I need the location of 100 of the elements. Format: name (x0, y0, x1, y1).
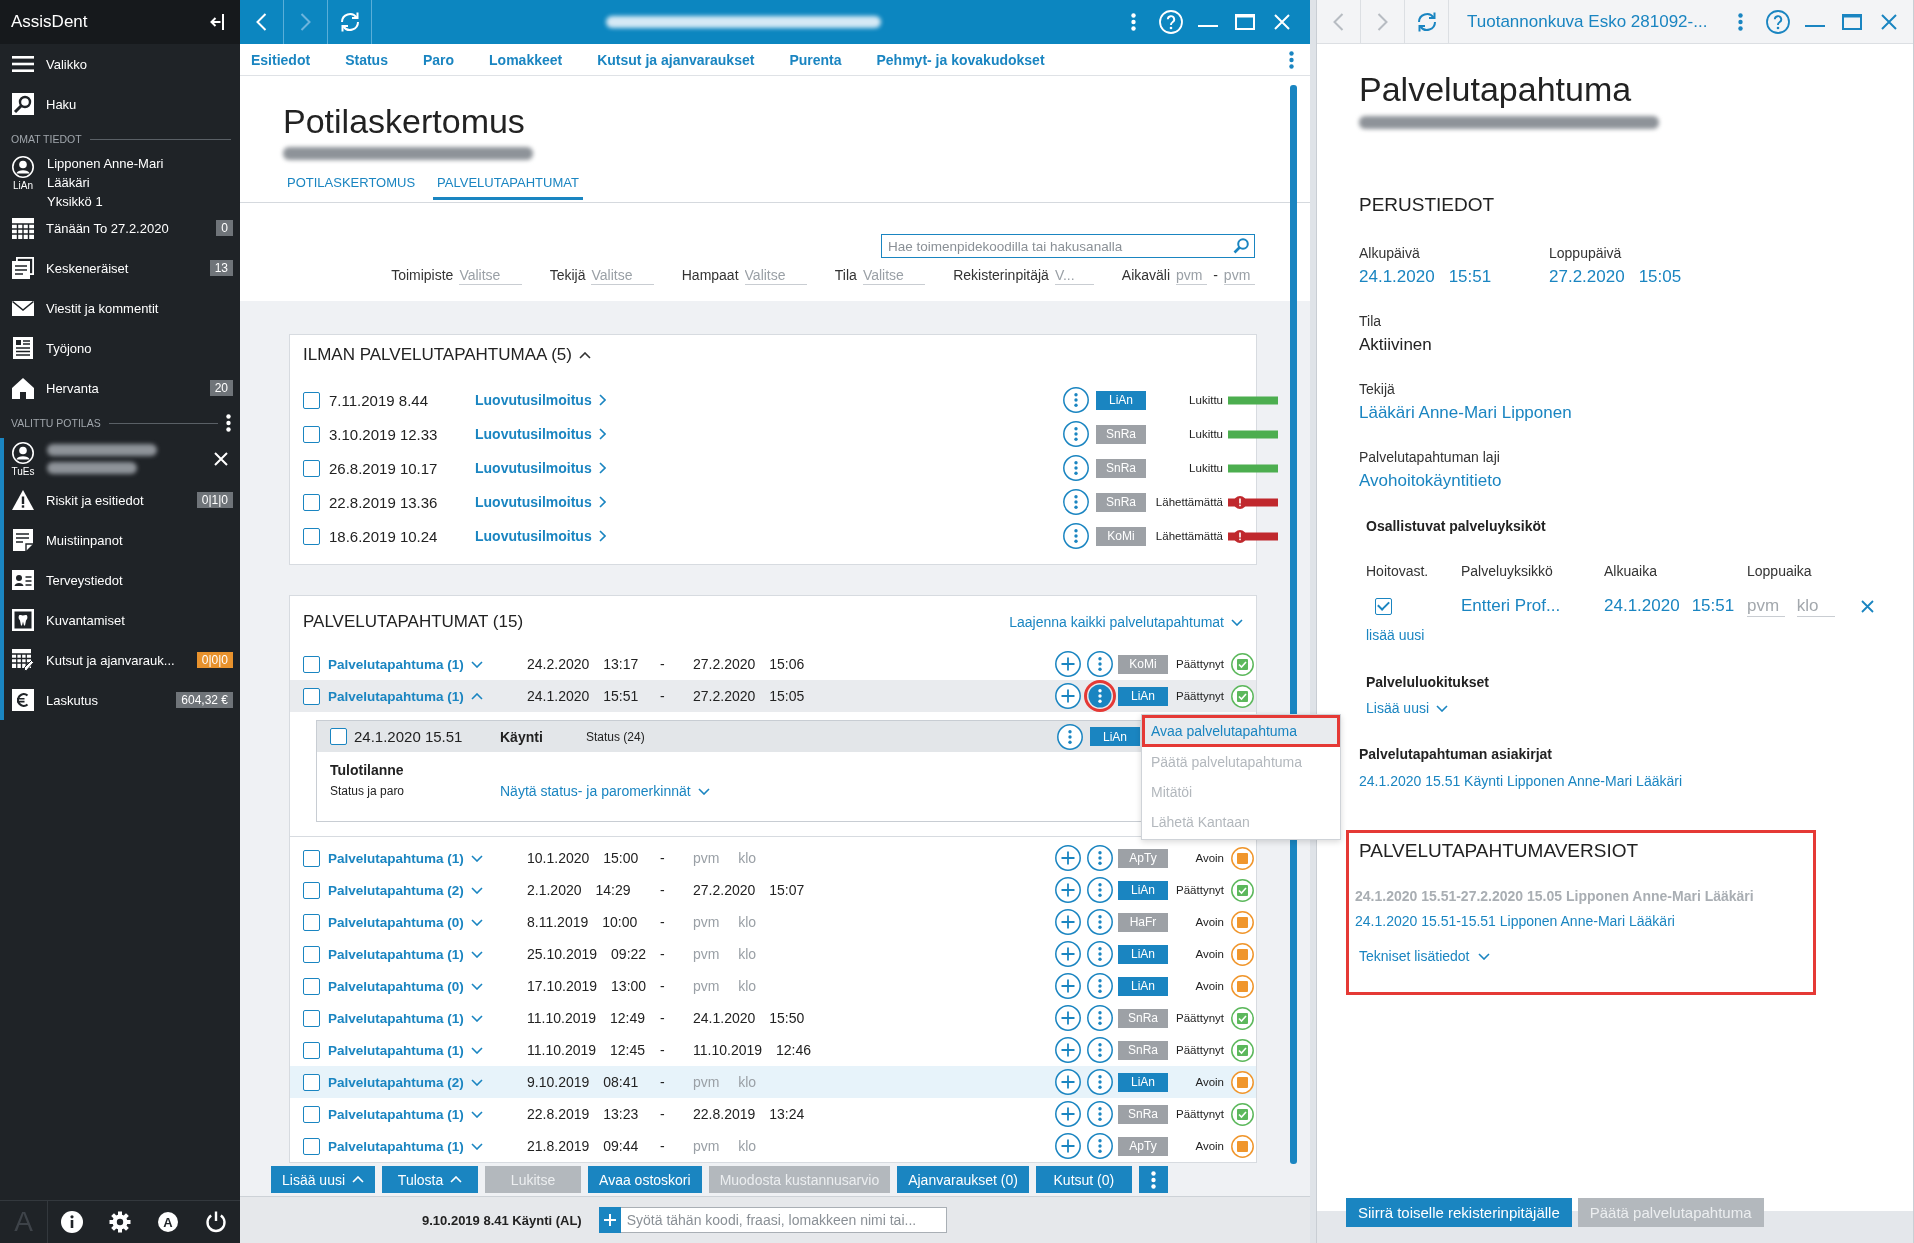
document-link[interactable]: Luovutusilmoitus (475, 494, 606, 510)
checkbox[interactable] (303, 527, 320, 545)
info-icon[interactable] (61, 1211, 83, 1233)
checkbox[interactable] (303, 655, 320, 673)
filter-dropdown[interactable]: Valitse (744, 267, 807, 285)
chevron-up-icon[interactable] (578, 351, 591, 359)
details-toggle-link[interactable]: Tekniset lisätiedot (1359, 947, 1490, 965)
add-circle-icon[interactable] (1055, 973, 1081, 999)
sidebar-item[interactable]: Laskutus 604,32 € (4, 680, 240, 720)
sidebar-item[interactable]: Keskeneräiset 13 (0, 248, 240, 288)
event-link[interactable]: Palvelutapahtuma (1) (328, 1043, 483, 1058)
add-circle-icon[interactable] (1055, 683, 1081, 709)
add-circle-icon[interactable] (1055, 651, 1081, 677)
event-link[interactable]: Palvelutapahtuma (1) (328, 689, 483, 704)
checkbox[interactable] (303, 391, 320, 409)
date-value[interactable]: 24.1.2020 (1359, 265, 1435, 289)
checkbox[interactable] (303, 1073, 320, 1091)
power-icon[interactable] (205, 1211, 227, 1233)
action-button[interactable]: Siirrä toiselle rekisterinpitäjälle (1346, 1198, 1572, 1227)
refresh-icon[interactable] (338, 11, 361, 33)
time-field[interactable]: klo (738, 1074, 770, 1090)
add-circle-icon[interactable] (1055, 1133, 1081, 1159)
checkbox[interactable] (303, 493, 320, 511)
action-button[interactable]: Ajanvaraukset (0) (897, 1166, 1029, 1193)
time-field[interactable]: klo (738, 850, 770, 866)
event-link[interactable]: Palvelutapahtuma (2) (328, 883, 483, 898)
event-link[interactable]: Palvelutapahtuma (2) (328, 1075, 483, 1090)
sidebar-item[interactable]: Viestit ja kommentit (0, 288, 240, 328)
checkbox[interactable] (303, 849, 320, 867)
nav-tab[interactable]: Status (345, 51, 388, 68)
settings-icon[interactable] (109, 1211, 131, 1233)
sidebar-item[interactable]: Terveystiedot (4, 560, 240, 600)
checkbox[interactable] (303, 977, 320, 995)
sidebar-item[interactable]: Riskit ja esitiedot 0|1|0 (4, 480, 240, 520)
version-link[interactable]: 24.1.2020 15.51-15.51 Lipponen Anne-Mari Lääkäri (1355, 912, 1675, 930)
document-link[interactable]: Luovutusilmoitus (475, 460, 606, 476)
field-link[interactable]: Lääkäri Anne-Mari Lipponen (1359, 401, 1572, 425)
expand-all-link[interactable]: Laajenna kaikki palvelutapahtumat (1009, 614, 1243, 630)
action-button[interactable]: Lisää uusi (271, 1166, 376, 1193)
sidebar-item[interactable]: Kutsut ja ajanvarauk... 0|0|0 (4, 640, 240, 680)
checkbox[interactable] (303, 1009, 320, 1027)
time-field[interactable]: klo (738, 914, 770, 930)
add-circle-icon[interactable] (1055, 909, 1081, 935)
event-link[interactable]: Palvelutapahtuma (1) (328, 1139, 483, 1154)
search-field[interactable]: Hae toimenpidekoodilla tai hakusanalla (881, 234, 1255, 258)
event-link[interactable]: Palvelutapahtuma (1) (328, 1011, 483, 1026)
action-button[interactable]: Kutsut (0) (1035, 1166, 1132, 1193)
checkbox[interactable] (303, 1137, 320, 1155)
document-link[interactable]: Luovutusilmoitus (475, 528, 606, 544)
more-options-icon[interactable] (226, 414, 231, 432)
unit-link[interactable]: Entteri Prof... (1461, 594, 1561, 618)
add-circle-icon[interactable] (1055, 941, 1081, 967)
refresh-icon[interactable] (1415, 10, 1438, 33)
date-field[interactable]: pvm (693, 1138, 725, 1154)
event-link[interactable]: Palvelutapahtuma (1) (328, 851, 483, 866)
date-field[interactable]: pvm (693, 946, 725, 962)
time-value[interactable]: 15:51 (1691, 594, 1735, 618)
document-link[interactable]: 24.1.2020 15.51 Käynti Lipponen Anne-Mari Lääkäri (1359, 772, 1682, 790)
add-circle-icon[interactable] (1055, 1101, 1081, 1127)
document-link[interactable]: Luovutusilmoitus (475, 426, 606, 442)
view-tab[interactable]: PALVELUTAPAHTUMAT (433, 175, 583, 200)
sidebar-item[interactable]: Työjono (0, 328, 240, 368)
nav-tab[interactable]: Paro (422, 51, 455, 68)
nav-tab[interactable]: Purenta (789, 51, 842, 68)
event-link[interactable]: Palvelutapahtuma (1) (328, 657, 483, 672)
event-link[interactable]: Palvelutapahtuma (1) (328, 947, 483, 962)
nav-tab[interactable]: Kutsut ja ajanvaraukset (597, 51, 755, 68)
event-link[interactable]: Palvelutapahtuma (0) (328, 979, 483, 994)
date-field[interactable]: pvm (693, 914, 725, 930)
more-button[interactable] (1138, 1166, 1168, 1193)
filter-dropdown[interactable]: Valitse (862, 267, 926, 285)
checkbox[interactable] (303, 881, 320, 899)
checkbox[interactable] (303, 913, 320, 931)
add-icon[interactable] (598, 1207, 621, 1233)
nav-tab[interactable]: Lomakkeet (489, 51, 563, 68)
show-entries-link[interactable]: Näytä status- ja paromerkinnät (500, 783, 710, 799)
date-field[interactable]: pvm (693, 850, 725, 866)
sidebar-item[interactable]: Hervanta 20 (0, 368, 240, 408)
date-field[interactable]: pvm (1176, 267, 1208, 285)
account-button[interactable]: A (158, 1212, 178, 1232)
filter-dropdown[interactable]: Valitse (459, 267, 522, 285)
event-link[interactable]: Palvelutapahtuma (1) (328, 1107, 483, 1122)
checkbox[interactable] (303, 1105, 320, 1123)
remove-icon[interactable] (1860, 599, 1874, 613)
date-field[interactable]: pvm (693, 1074, 725, 1090)
help-icon[interactable] (1765, 9, 1790, 34)
time-field[interactable]: klo (1796, 595, 1835, 617)
sidebar-item[interactable]: Kuvantamiset (4, 600, 240, 640)
checkbox[interactable] (303, 945, 320, 963)
add-circle-icon[interactable] (1055, 845, 1081, 871)
sidebar-item[interactable]: Muistiinpanot (4, 520, 240, 560)
filter-dropdown[interactable]: Valitse (591, 267, 654, 285)
time-value[interactable]: 15:05 (1638, 265, 1682, 289)
event-link[interactable]: Palvelutapahtuma (0) (328, 915, 483, 930)
filter-dropdown[interactable]: V... (1054, 267, 1094, 285)
action-button[interactable]: Avaa ostoskori (588, 1166, 702, 1193)
date-field[interactable]: pvm (1223, 267, 1255, 285)
checkbox[interactable] (303, 425, 320, 443)
checkbox[interactable] (1375, 597, 1392, 615)
time-value[interactable]: 15:51 (1448, 265, 1492, 289)
